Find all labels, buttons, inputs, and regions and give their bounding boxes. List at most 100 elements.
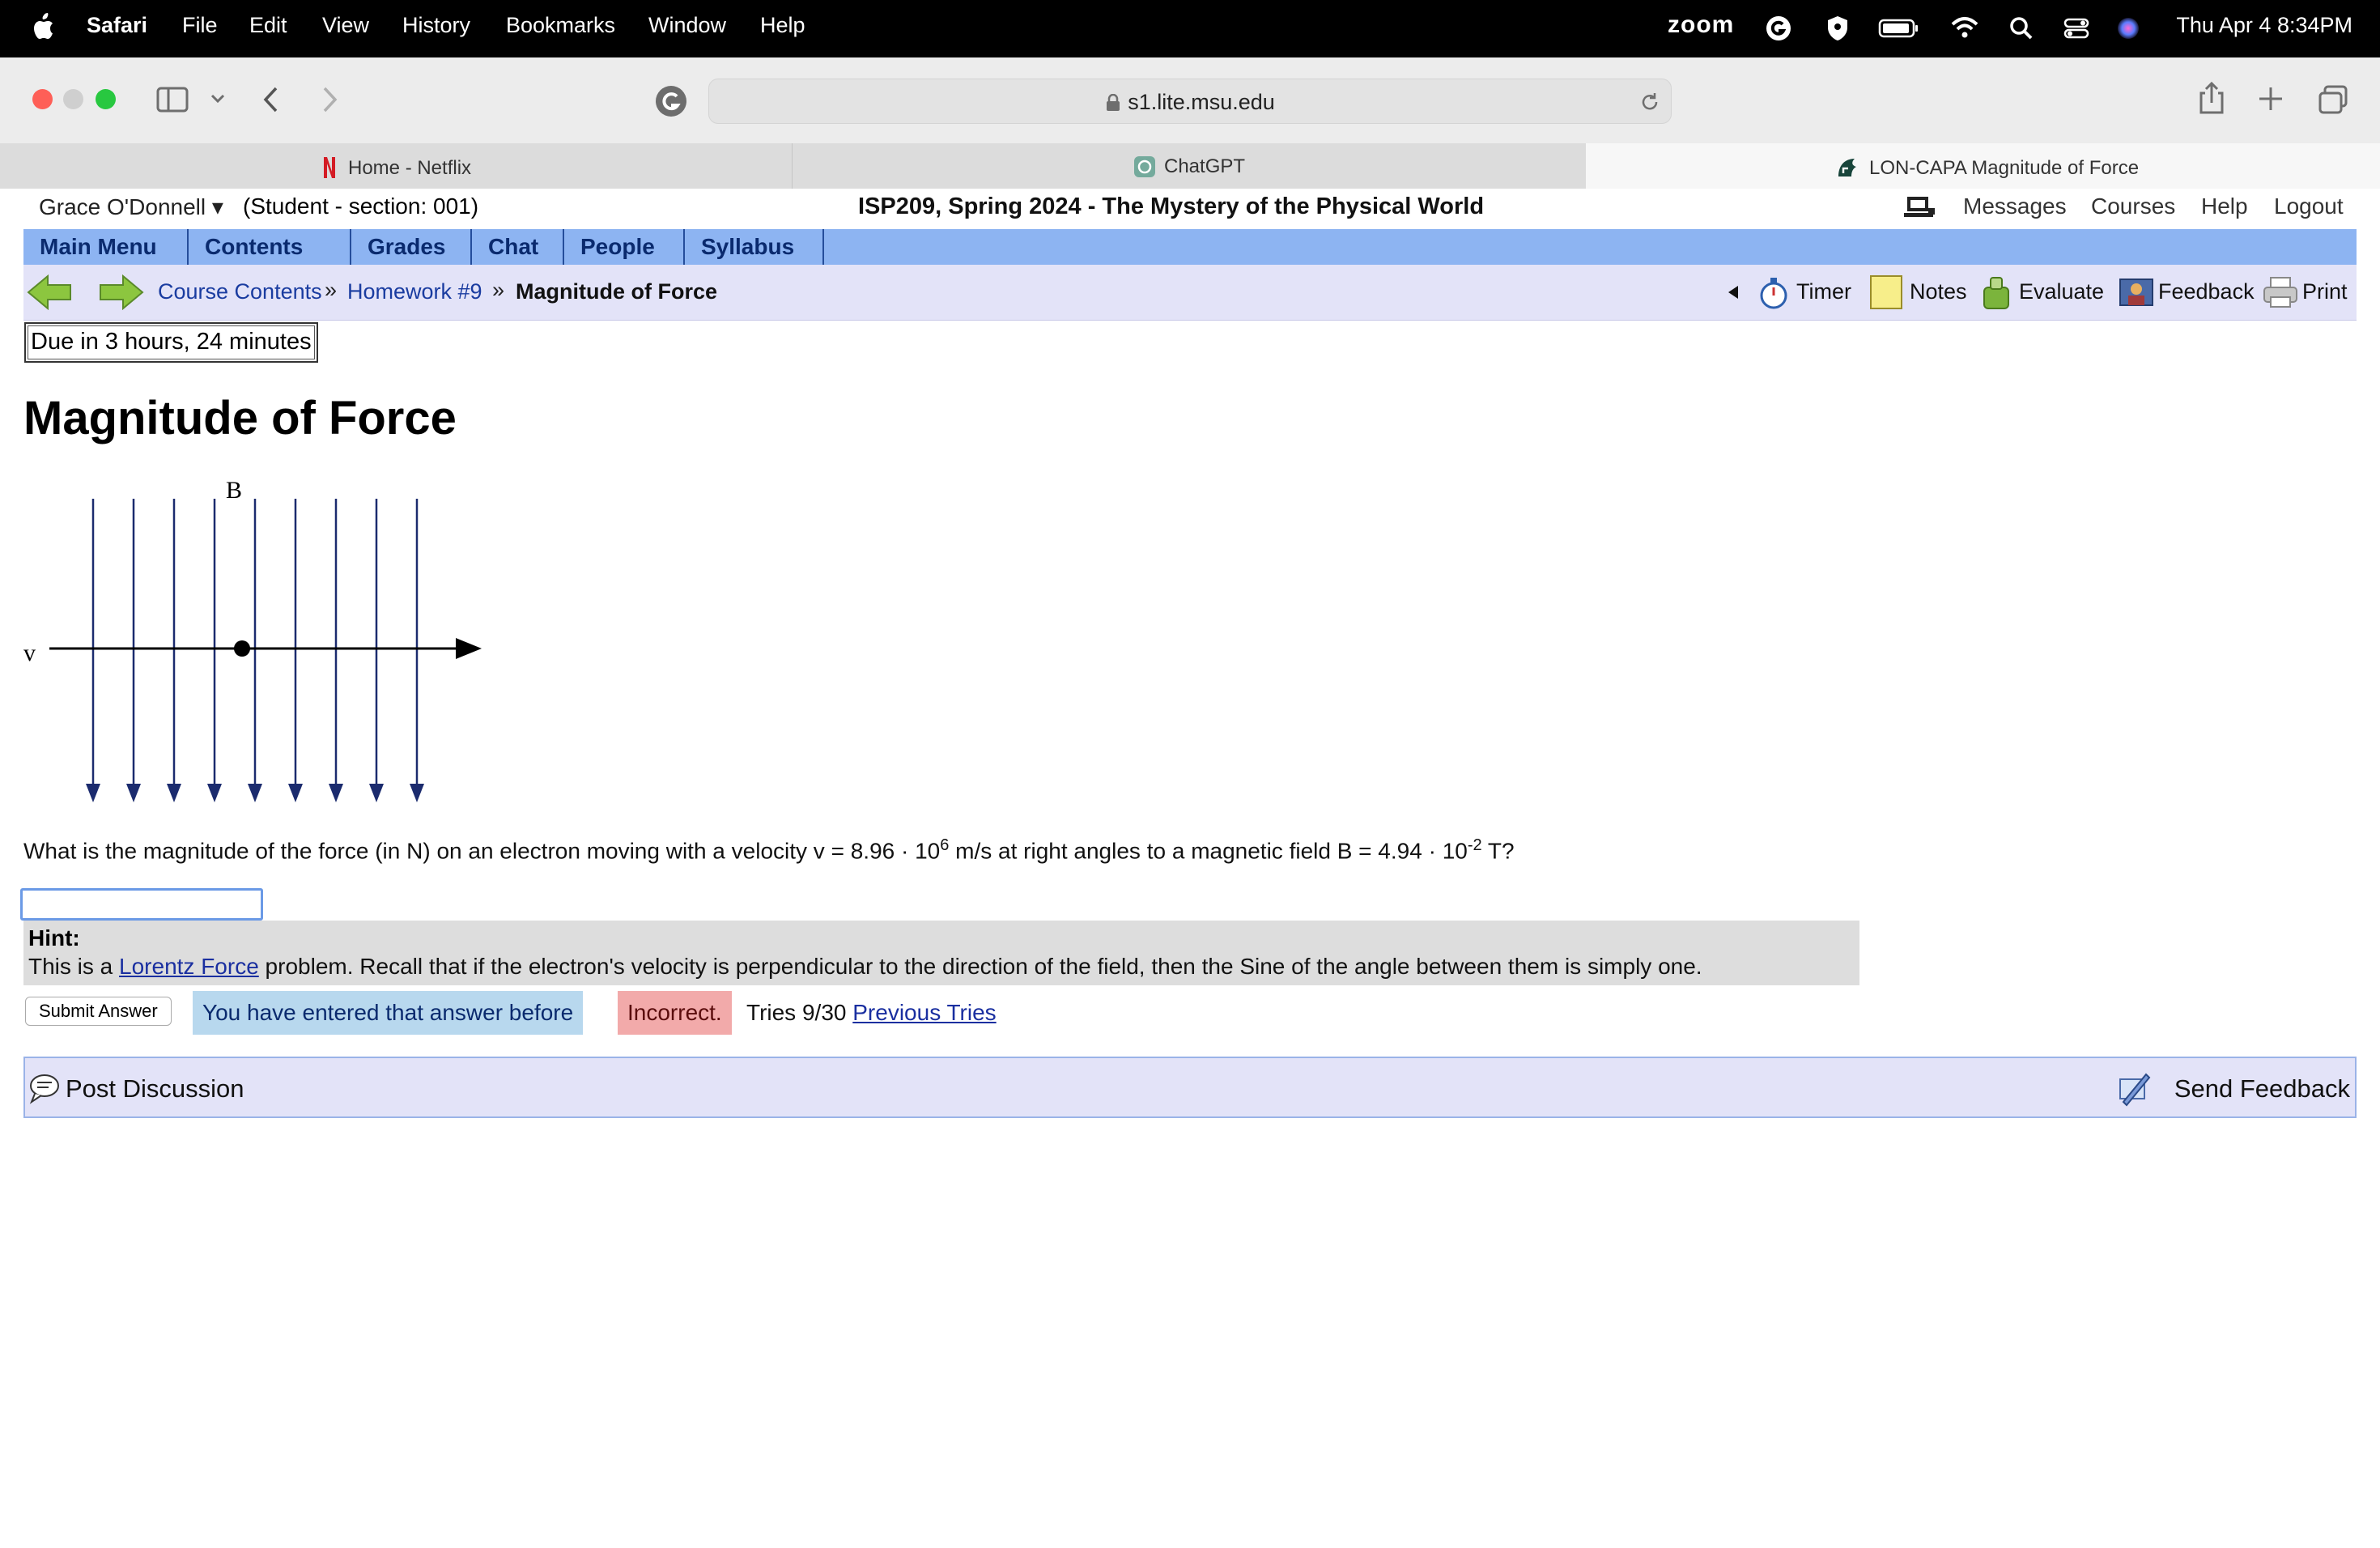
evaluate-button[interactable]: Evaluate: [2019, 279, 2104, 304]
menu-label: Chat: [488, 234, 539, 259]
address-bar[interactable]: s1.lite.msu.edu: [708, 79, 1672, 124]
question-exponent: -2: [1467, 836, 1482, 854]
field-lines-group: [86, 499, 424, 802]
submit-answer-button[interactable]: Submit Answer: [25, 997, 172, 1026]
notes-icon[interactable]: [1869, 274, 1903, 310]
menu-history[interactable]: History: [402, 13, 470, 38]
siri-icon[interactable]: [2114, 15, 2142, 42]
print-icon[interactable]: [2263, 274, 2298, 310]
messages-link[interactable]: Messages: [1963, 194, 2067, 219]
hint-label: Hint:: [28, 925, 80, 950]
close-window-button[interactable]: [32, 89, 53, 109]
grammarly-icon[interactable]: [1765, 15, 1792, 42]
tries-info: Tries 9/30 Previous Tries: [746, 1000, 997, 1026]
user-name-menu[interactable]: Grace O'Donnell ▾: [39, 194, 223, 220]
menu-chat[interactable]: Chat: [472, 229, 564, 265]
field-arrowhead: [207, 784, 222, 802]
remote-control-icon[interactable]: [1904, 194, 1936, 221]
question-part: T?: [1481, 838, 1515, 864]
question-part: m/s at right angles to a magnetic field …: [949, 838, 1468, 864]
send-feedback-link[interactable]: Send Feedback: [2174, 1074, 2350, 1104]
menu-edit[interactable]: Edit: [249, 13, 287, 38]
help-link[interactable]: Help: [2201, 194, 2248, 219]
menu-syllabus[interactable]: Syllabus: [685, 229, 824, 265]
grammarly-extension-icon[interactable]: [654, 84, 688, 118]
vpn-shield-icon[interactable]: [1825, 15, 1850, 42]
timer-button[interactable]: Timer: [1796, 279, 1851, 304]
tries-count: Tries 9/30: [746, 1000, 853, 1025]
lock-icon: [1107, 93, 1120, 111]
notes-button[interactable]: Notes: [1910, 279, 1967, 304]
macos-menu-bar: Safari File Edit View History Bookmarks …: [0, 0, 2380, 57]
tab-bar: Home - Netflix ChatGPT LON-CAPA Magnitud…: [0, 143, 2380, 189]
breadcrumb-separator: »: [492, 278, 505, 302]
spotlight-search-icon[interactable]: [2008, 15, 2034, 42]
url-text[interactable]: s1.lite.msu.edu: [709, 90, 1671, 115]
sidebar-toggle-icon[interactable]: [156, 85, 189, 114]
previous-tries-link[interactable]: Previous Tries: [852, 1000, 996, 1025]
battery-icon[interactable]: [1878, 15, 1920, 42]
logout-link[interactable]: Logout: [2274, 194, 2344, 219]
apple-icon[interactable]: [31, 11, 58, 44]
send-feedback-icon[interactable]: [2115, 1070, 2153, 1107]
share-icon[interactable]: [2197, 80, 2226, 116]
previous-page-arrow-icon[interactable]: [27, 274, 72, 310]
tab-overview-icon[interactable]: [2317, 83, 2349, 116]
tab-chatgpt[interactable]: ChatGPT: [792, 143, 1587, 189]
spartan-helmet-icon: [1838, 159, 1856, 176]
question-part: What is the magnitude of the force (in N…: [23, 838, 941, 864]
collapse-tools-icon[interactable]: [1725, 284, 1741, 300]
chevron-down-icon[interactable]: [209, 90, 227, 106]
menu-grades[interactable]: Grades: [351, 229, 472, 265]
next-page-arrow-icon[interactable]: [99, 274, 144, 310]
answer-input[interactable]: [20, 888, 263, 921]
field-line: [288, 499, 303, 802]
field-label-b: B: [226, 477, 242, 504]
field-arrowhead: [86, 784, 100, 802]
evaluate-icon[interactable]: [1981, 274, 2012, 310]
zoom-menu-extra[interactable]: zoom: [1668, 11, 1734, 39]
back-icon[interactable]: [259, 83, 283, 116]
feedback-icon[interactable]: [2119, 274, 2154, 310]
velocity-label-v: v: [23, 640, 36, 666]
menu-main-menu[interactable]: Main Menu: [23, 229, 189, 265]
question-text: What is the magnitude of the force (in N…: [23, 836, 1515, 864]
menu-contents[interactable]: Contents: [189, 229, 351, 265]
menu-people[interactable]: People: [564, 229, 685, 265]
timer-stopwatch-icon[interactable]: [1757, 276, 1790, 310]
field-arrowhead: [248, 784, 262, 802]
menu-view[interactable]: View: [322, 13, 369, 38]
menu-file[interactable]: File: [182, 13, 218, 38]
zoom-window-button[interactable]: [96, 89, 116, 109]
wifi-icon[interactable]: [1949, 15, 1980, 42]
breadcrumb-homework-9[interactable]: Homework #9: [347, 279, 482, 304]
menu-label: People: [580, 234, 655, 259]
chatgpt-icon: [1134, 156, 1155, 177]
new-tab-icon[interactable]: [2257, 85, 2284, 113]
field-line: [207, 499, 222, 802]
menu-help[interactable]: Help: [760, 13, 805, 38]
post-discussion-link[interactable]: Post Discussion: [66, 1074, 244, 1104]
problem-title: Magnitude of Force: [23, 392, 457, 444]
field-arrowhead: [126, 784, 141, 802]
courses-link[interactable]: Courses: [2091, 194, 2175, 219]
tab-lon-capa[interactable]: LON-CAPA Magnitude of Force: [1586, 143, 2380, 189]
field-line: [369, 499, 384, 802]
menu-label: Grades: [368, 234, 446, 259]
feedback-button[interactable]: Feedback: [2158, 279, 2255, 304]
forward-icon[interactable]: [317, 83, 342, 116]
menu-app-safari[interactable]: Safari: [87, 13, 147, 38]
tab-netflix[interactable]: Home - Netflix: [0, 143, 793, 189]
print-button[interactable]: Print: [2302, 279, 2348, 304]
menu-window[interactable]: Window: [648, 13, 726, 38]
reload-icon[interactable]: [1638, 91, 1661, 113]
hint-part: problem. Recall that if the electron's v…: [258, 954, 1702, 979]
minimize-window-button[interactable]: [63, 89, 83, 109]
lorentz-force-link[interactable]: Lorentz Force: [119, 954, 259, 979]
control-center-icon[interactable]: [2063, 15, 2090, 42]
breadcrumb-course-contents[interactable]: Course Contents: [158, 279, 322, 304]
tab-label: LON-CAPA Magnitude of Force: [1869, 157, 2140, 179]
menu-bookmarks[interactable]: Bookmarks: [506, 13, 615, 38]
post-discussion-icon[interactable]: [28, 1071, 62, 1105]
menu-clock[interactable]: Thu Apr 4 8:34PM: [2176, 13, 2352, 38]
